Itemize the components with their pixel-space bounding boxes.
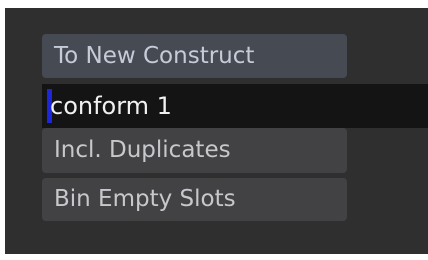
incl-duplicates-label: Incl. Duplicates	[54, 137, 231, 163]
construct-panel: To New Construct conform 1 Incl. Duplica…	[5, 8, 428, 254]
construct-name-value[interactable]: conform 1	[50, 94, 172, 118]
to-new-construct-label: To New Construct	[54, 42, 255, 69]
incl-duplicates-button[interactable]: Incl. Duplicates	[42, 128, 347, 173]
bin-empty-slots-label: Bin Empty Slots	[54, 186, 236, 212]
construct-name-field[interactable]: conform 1	[42, 84, 428, 128]
bin-empty-slots-button[interactable]: Bin Empty Slots	[42, 178, 347, 221]
to-new-construct-button[interactable]: To New Construct	[42, 34, 347, 78]
